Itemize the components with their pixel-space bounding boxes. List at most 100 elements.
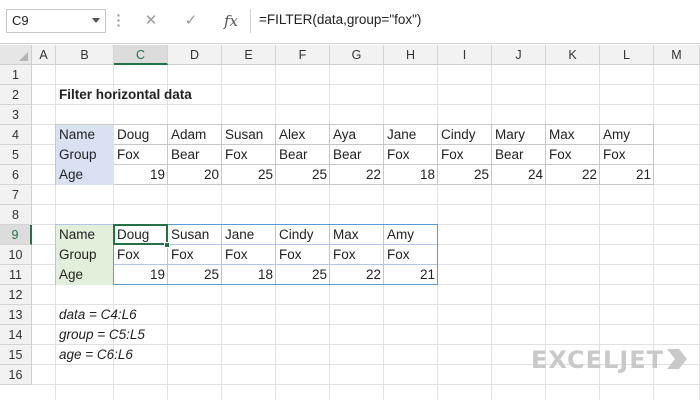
source-age-cell[interactable]: 24 [492,165,546,185]
source-group-cell[interactable]: Bear [330,145,384,165]
source-age-cell[interactable]: 25 [438,165,492,185]
source-age-cell[interactable]: 20 [168,165,222,185]
source-name-cell[interactable]: Max [546,125,600,145]
result-group-cell[interactable]: Fox [222,245,276,265]
source-group-cell[interactable]: Bear [168,145,222,165]
row-header-7[interactable]: 7 [0,185,32,205]
row-header-11[interactable]: 11 [0,265,32,285]
source-group-cell[interactable]: Fox [546,145,600,165]
note-data[interactable]: data = C4:L6 [56,305,140,325]
formula-buttons: ✕ ✓ fx [130,9,250,33]
row-header-8[interactable]: 8 [0,205,32,225]
result-name-cell[interactable]: Doug [114,225,168,245]
source-group-cell[interactable]: Fox [438,145,492,165]
column-header-h[interactable]: H [384,45,438,65]
result-age-cell[interactable]: 25 [168,265,222,285]
row-header-14[interactable]: 14 [0,325,32,345]
column-header-f[interactable]: F [276,45,330,65]
row-header-3[interactable]: 3 [0,105,32,125]
source-label-age[interactable]: Age [56,165,114,185]
column-header-a[interactable]: A [32,45,56,65]
source-age-cell[interactable]: 22 [546,165,600,185]
source-name-cell[interactable]: Aya [330,125,384,145]
name-box-dropdown-icon[interactable] [92,18,100,23]
cancel-icon[interactable]: ✕ [138,9,164,33]
column-header-g[interactable]: G [330,45,384,65]
column-header-i[interactable]: I [438,45,492,65]
source-group-cell[interactable]: Bear [276,145,330,165]
source-age-cell[interactable]: 25 [222,165,276,185]
exceljet-logo: EXCELJET [531,346,665,374]
result-age-cell[interactable]: 19 [114,265,168,285]
row-header-1[interactable]: 1 [0,65,32,85]
result-name-cell[interactable]: Jane [222,225,276,245]
result-label-age[interactable]: Age [56,265,114,285]
column-header-c[interactable]: C [114,45,168,65]
result-name-cell[interactable]: Amy [384,225,438,245]
sheet-title[interactable]: Filter horizontal data [56,85,195,105]
drag-handle-icon[interactable] [117,13,120,29]
source-name-cell[interactable]: Alex [276,125,330,145]
row-header-10[interactable]: 10 [0,245,32,265]
column-header-e[interactable]: E [222,45,276,65]
result-name-cell[interactable]: Susan [168,225,222,245]
source-name-cell[interactable]: Amy [600,125,654,145]
select-all-button[interactable] [0,45,32,65]
source-label-group[interactable]: Group [56,145,114,165]
source-age-cell[interactable]: 22 [330,165,384,185]
source-name-cell[interactable]: Cindy [438,125,492,145]
source-group-cell[interactable]: Fox [222,145,276,165]
row-header-12[interactable]: 12 [0,285,32,305]
row-header-5[interactable]: 5 [0,145,32,165]
result-name-cell[interactable]: Max [330,225,384,245]
source-age-cell[interactable]: 21 [600,165,654,185]
source-name-cell[interactable]: Mary [492,125,546,145]
source-name-cell[interactable]: Doug [114,125,168,145]
result-name-cell[interactable]: Cindy [276,225,330,245]
source-name-cell[interactable]: Adam [168,125,222,145]
column-header-l[interactable]: L [600,45,654,65]
source-age-cell[interactable]: 25 [276,165,330,185]
column-header-d[interactable]: D [168,45,222,65]
source-group-cell[interactable]: Bear [492,145,546,165]
column-header-m[interactable]: M [654,45,700,65]
result-age-cell[interactable]: 21 [384,265,438,285]
result-age-cell[interactable]: 18 [222,265,276,285]
source-age-cell[interactable]: 19 [114,165,168,185]
result-label-group[interactable]: Group [56,245,114,265]
row-header-15[interactable]: 15 [0,345,32,365]
result-group-cell[interactable]: Fox [114,245,168,265]
fill-handle[interactable] [164,242,170,248]
result-age-cell[interactable]: 25 [276,265,330,285]
source-label-name[interactable]: Name [56,125,114,145]
result-label-name[interactable]: Name [56,225,114,245]
note-age[interactable]: age = C6:L6 [56,345,136,365]
source-group-cell[interactable]: Fox [114,145,168,165]
formula-input[interactable]: =FILTER(data,group="fox") [250,9,694,33]
source-group-cell[interactable]: Fox [600,145,654,165]
result-age-cell[interactable]: 22 [330,265,384,285]
select-all-icon [19,52,28,61]
row-header-13[interactable]: 13 [0,305,32,325]
gridline-vertical [491,65,492,400]
column-header-j[interactable]: J [492,45,546,65]
enter-icon[interactable]: ✓ [178,9,204,33]
source-group-cell[interactable]: Fox [384,145,438,165]
insert-function-icon[interactable]: fx [218,9,244,33]
row-header-9[interactable]: 9 [0,225,32,245]
row-header-6[interactable]: 6 [0,165,32,185]
source-name-cell[interactable]: Susan [222,125,276,145]
source-name-cell[interactable]: Jane [384,125,438,145]
row-header-4[interactable]: 4 [0,125,32,145]
note-group[interactable]: group = C5:L5 [56,325,148,345]
row-header-16[interactable]: 16 [0,365,32,385]
result-group-cell[interactable]: Fox [168,245,222,265]
row-header-2[interactable]: 2 [0,85,32,105]
name-box[interactable]: C9 [6,9,106,33]
column-header-k[interactable]: K [546,45,600,65]
result-group-cell[interactable]: Fox [276,245,330,265]
result-group-cell[interactable]: Fox [330,245,384,265]
source-age-cell[interactable]: 18 [384,165,438,185]
result-group-cell[interactable]: Fox [384,245,438,265]
column-header-b[interactable]: B [56,45,114,65]
